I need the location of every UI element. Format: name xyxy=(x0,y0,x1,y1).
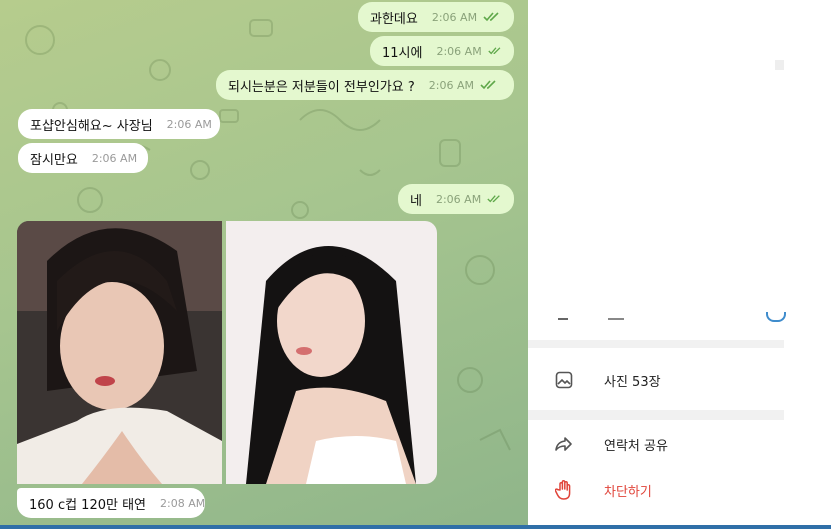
hand-stop-icon xyxy=(554,480,574,500)
section-divider xyxy=(528,340,784,348)
message-text: 잠시만요 xyxy=(30,152,78,168)
album-photo-2[interactable] xyxy=(226,221,437,484)
message-bubble-incoming[interactable]: 잠시만요 2:06 AM xyxy=(18,143,148,173)
double-check-icon xyxy=(487,195,500,203)
message-text: 과한데요 xyxy=(370,11,418,27)
message-bubble-incoming[interactable]: 포샵안심해요~ 사장님 2:06 AM xyxy=(18,109,220,139)
share-contact-label: 연락처 공유 xyxy=(604,438,668,454)
message-text: 포샵안심해요~ 사장님 xyxy=(30,118,153,134)
photo-image xyxy=(17,221,222,484)
message-bubble-outgoing[interactable]: 과한데요 2:06 AM xyxy=(358,2,514,32)
double-check-icon xyxy=(483,12,499,22)
message-text: 되시는분은 저분들이 전부인가요 ? xyxy=(228,79,415,95)
share-arrow-icon xyxy=(554,434,574,454)
block-user-label: 차단하기 xyxy=(604,484,652,500)
partial-row-label xyxy=(608,318,624,320)
taskbar-edge xyxy=(0,525,831,529)
double-check-icon xyxy=(488,47,501,55)
window-fragment xyxy=(775,60,784,70)
partial-row-icon xyxy=(558,318,568,320)
share-contact-item[interactable]: 연락처 공유 xyxy=(528,424,784,464)
message-time: 2:06 AM xyxy=(428,78,474,92)
media-photos-item[interactable]: 사진 53장 xyxy=(528,360,784,400)
message-text: 11시에 xyxy=(382,45,423,61)
chat-panel: 과한데요 2:06 AM 11시에 2:06 AM 되시는분은 저분들이 전부인… xyxy=(0,0,528,529)
user-info-panel: 사진 53장 연락처 공유 차단하기 xyxy=(528,312,786,529)
album-caption-bubble[interactable]: 160 c컵 120만 태연 2:08 AM xyxy=(17,488,205,518)
photo-image xyxy=(226,221,437,484)
message-text: 160 c컵 120만 태연 xyxy=(29,497,147,513)
message-bubble-outgoing[interactable]: 네 2:06 AM xyxy=(398,184,514,214)
message-time: 2:06 AM xyxy=(435,192,482,206)
block-user-item[interactable]: 차단하기 xyxy=(528,470,784,510)
message-time: 2:06 AM xyxy=(436,44,482,58)
media-photos-label: 사진 53장 xyxy=(604,374,661,390)
message-time: 2:06 AM xyxy=(431,10,478,24)
message-bubble-outgoing[interactable]: 11시에 2:06 AM xyxy=(370,36,514,66)
message-time: 2:06 AM xyxy=(166,117,212,131)
album-photo-1[interactable] xyxy=(17,221,222,484)
message-text: 네 xyxy=(410,193,422,209)
message-time: 2:08 AM xyxy=(160,496,206,510)
partial-row-top xyxy=(528,312,786,340)
message-bubble-outgoing[interactable]: 되시는분은 저분들이 전부인가요 ? 2:06 AM xyxy=(216,70,514,100)
double-check-icon xyxy=(480,80,496,90)
message-time: 2:06 AM xyxy=(91,151,138,165)
image-icon xyxy=(554,370,574,390)
section-divider xyxy=(528,410,784,420)
partial-toggle-icon xyxy=(766,312,786,322)
